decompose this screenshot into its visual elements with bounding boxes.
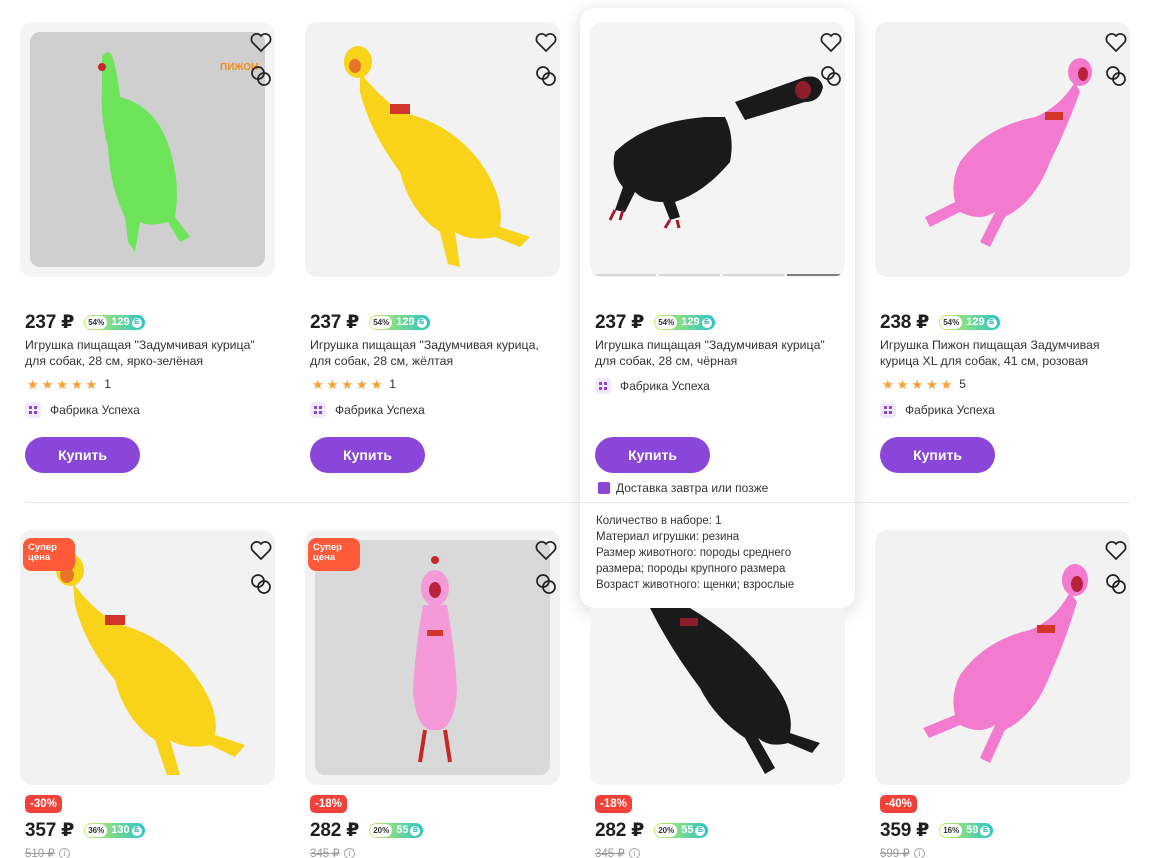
product-image[interactable]: Супер цена: [20, 530, 275, 785]
discount-badge: -40%: [880, 795, 917, 813]
seller-icon: [595, 378, 611, 394]
spec-line: Размер животного: породы среднего размер…: [596, 547, 792, 575]
info-icon[interactable]: i: [58, 848, 70, 858]
product-image[interactable]: [875, 22, 1130, 277]
price: 237 ₽: [595, 312, 645, 333]
delivery-icon: [598, 482, 610, 494]
chicken-toy-image: [56, 554, 245, 775]
heart-icon[interactable]: [1104, 30, 1128, 54]
chicken-toy-image: [923, 564, 1088, 763]
bonus-badge: 36% 130 Б: [84, 823, 145, 838]
compare-icon[interactable]: [1104, 572, 1128, 596]
heart-icon[interactable]: [534, 30, 558, 54]
bonus-badge: 20% 55 Б: [369, 823, 424, 838]
product-specs: Количество в наборе: 1 Материал игрушки:…: [596, 513, 836, 593]
price: 282 ₽: [595, 820, 645, 841]
product-image[interactable]: [590, 608, 845, 785]
bonus-coin-icon: Б: [695, 825, 706, 836]
product-image[interactable]: [875, 530, 1130, 785]
old-price: 510 ₽ i: [25, 846, 70, 858]
rating: ★ ★ ★ ★ ★ 1: [27, 376, 111, 392]
product-image[interactable]: [305, 22, 560, 277]
promo-badge: Супер цена: [23, 538, 75, 571]
spec-line: Количество в наборе: 1: [596, 515, 722, 527]
product-grid: ПИЖОН 237 ₽ 54% 129 Б Игрушка пищащая "Зад…: [0, 0, 1176, 858]
bonus-badge: 54% 129 Б: [369, 315, 430, 330]
product-title[interactable]: Игрушка пищащая "Задумчивая курица" для …: [595, 337, 845, 369]
heart-icon[interactable]: [819, 30, 843, 54]
buy-button[interactable]: Купить: [310, 437, 425, 473]
bonus-coin-icon: Б: [416, 317, 427, 328]
discount-badge: -18%: [595, 795, 632, 813]
bonus-badge: 16% 59 Б: [939, 823, 994, 838]
bonus-coin-icon: Б: [131, 825, 142, 836]
info-icon[interactable]: i: [628, 848, 640, 858]
chicken-toy-image: [98, 52, 190, 252]
bonus-coin-icon: Б: [980, 825, 991, 836]
bonus-coin-icon: Б: [410, 825, 421, 836]
product-title[interactable]: Игрушка пищащая "Задумчивая курица, для …: [310, 337, 560, 369]
compare-icon[interactable]: [249, 572, 273, 596]
spec-line: Возраст животного: щенки; взрослые: [596, 579, 795, 591]
price: 237 ₽: [310, 312, 360, 333]
rating: ★ ★ ★ ★ ★ 1: [312, 376, 396, 392]
bonus-badge: 54% 129 Б: [84, 315, 145, 330]
product-title[interactable]: Игрушка пищащая "Задумчивая курица" для …: [25, 337, 275, 369]
seller-icon: [880, 402, 896, 418]
compare-icon[interactable]: [249, 64, 273, 88]
price: 359 ₽: [880, 820, 930, 841]
price: 238 ₽: [880, 312, 930, 333]
discount-badge: -30%: [25, 795, 62, 813]
product-image[interactable]: [590, 22, 845, 277]
heart-icon[interactable]: [1104, 538, 1128, 562]
price: 357 ₽: [25, 820, 75, 841]
seller[interactable]: Фабрика Успеха: [25, 402, 140, 418]
seller-icon: [310, 402, 326, 418]
old-price: 345 ₽ i: [310, 846, 355, 858]
info-icon[interactable]: i: [913, 848, 925, 858]
bonus-badge: 54% 129 Б: [654, 315, 715, 330]
seller[interactable]: Фабрика Успеха: [880, 402, 995, 418]
image-pager[interactable]: [595, 274, 845, 276]
delivery-info: Доставка завтра или позже: [598, 481, 768, 495]
compare-icon[interactable]: [1104, 64, 1128, 88]
compare-icon[interactable]: [819, 64, 843, 88]
price: 282 ₽: [310, 820, 360, 841]
spec-line: Материал игрушки: резина: [596, 531, 740, 543]
seller[interactable]: Фабрика Успеха: [595, 378, 710, 394]
product-image[interactable]: Супер цена: [305, 530, 560, 785]
rating: ★ ★ ★ ★ ★ 5: [882, 376, 966, 392]
compare-icon[interactable]: [534, 572, 558, 596]
discount-badge: -18%: [310, 795, 347, 813]
old-price: 599 ₽ i: [880, 846, 925, 858]
price: 237 ₽: [25, 312, 75, 333]
buy-button[interactable]: Купить: [880, 437, 995, 473]
buy-button[interactable]: Купить: [25, 437, 140, 473]
info-icon[interactable]: i: [343, 848, 355, 858]
chicken-toy-image: [344, 46, 530, 267]
promo-badge: Супер цена: [308, 538, 360, 571]
product-image[interactable]: ПИЖОН: [20, 22, 275, 277]
product-title[interactable]: Игрушка Пижон пищащая Задумчивая курица …: [880, 337, 1130, 369]
old-price: 345 ₽ i: [595, 846, 640, 858]
compare-icon[interactable]: [534, 64, 558, 88]
seller-icon: [25, 402, 41, 418]
chicken-toy-image: [650, 608, 820, 774]
chicken-toy-image: [925, 58, 1092, 247]
chicken-toy-image: [608, 76, 823, 229]
bonus-coin-icon: Б: [701, 317, 712, 328]
bonus-badge: 20% 55 Б: [654, 823, 709, 838]
heart-icon[interactable]: [249, 30, 273, 54]
chicken-toy-image: [413, 556, 457, 763]
row-divider: [25, 502, 1130, 503]
heart-icon[interactable]: [249, 538, 273, 562]
bonus-badge: 54% 129 Б: [939, 315, 1000, 330]
seller[interactable]: Фабрика Успеха: [310, 402, 425, 418]
bonus-coin-icon: Б: [986, 317, 997, 328]
buy-button[interactable]: Купить: [595, 437, 710, 473]
heart-icon[interactable]: [534, 538, 558, 562]
bonus-coin-icon: Б: [131, 317, 142, 328]
